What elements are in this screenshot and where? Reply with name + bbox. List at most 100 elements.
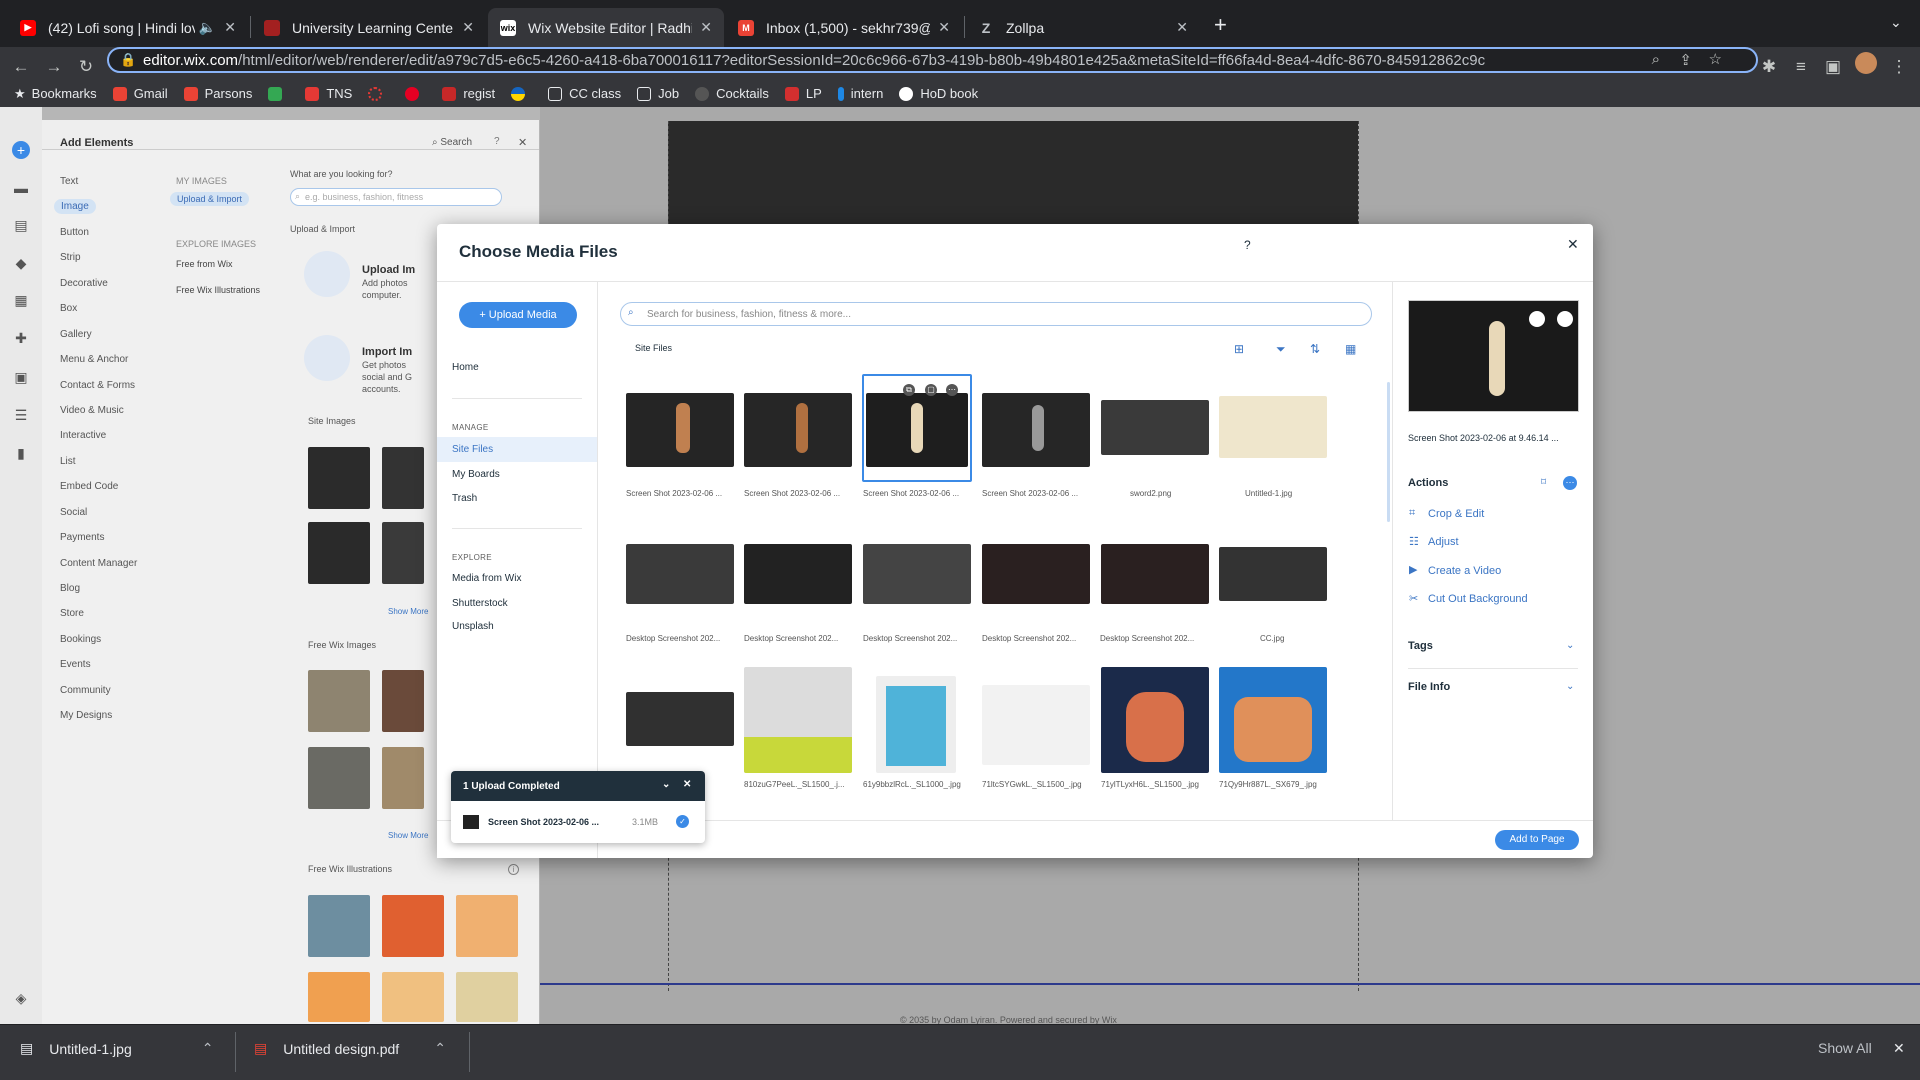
- tab-zollpa[interactable]: Z Zollpa ✕: [966, 8, 1200, 47]
- close-icon[interactable]: ✕: [1893, 1040, 1905, 1057]
- info-icon[interactable]: i: [508, 864, 519, 875]
- category-embed[interactable]: Embed Code: [60, 481, 118, 492]
- close-icon[interactable]: ✕: [518, 136, 527, 149]
- bookmark-gmail[interactable]: Gmail: [112, 86, 168, 101]
- file-thumb[interactable]: [876, 676, 956, 773]
- file-thumb[interactable]: [626, 393, 734, 467]
- upload-image-title[interactable]: Upload Im: [362, 264, 415, 276]
- bookmark-circle[interactable]: [368, 86, 389, 101]
- menu-icon[interactable]: ⋮: [1888, 56, 1910, 78]
- nav-site-files[interactable]: Site Files: [452, 444, 493, 455]
- media-search-input[interactable]: ⌕ Search for business, fashion, fitness …: [620, 302, 1372, 326]
- reading-list-icon[interactable]: ≡: [1790, 56, 1812, 78]
- help-icon[interactable]: ?: [494, 136, 500, 147]
- free-image-thumb[interactable]: [308, 747, 370, 809]
- expand-icon[interactable]: [1557, 311, 1573, 327]
- copy-icon[interactable]: [1529, 311, 1545, 327]
- sort-icon[interactable]: ⇅: [1310, 342, 1320, 356]
- illustration-thumb[interactable]: [382, 895, 444, 957]
- file-info-section[interactable]: File Info: [1408, 681, 1450, 693]
- category-store[interactable]: Store: [60, 608, 84, 619]
- forward-icon[interactable]: →: [43, 56, 65, 78]
- lock-icon[interactable]: 🔒: [120, 52, 136, 68]
- bookmark-bookmarks[interactable]: ★ Bookmarks: [14, 86, 97, 102]
- panel-search[interactable]: ⌕ Search: [432, 137, 472, 148]
- canvas-image[interactable]: [668, 121, 1358, 231]
- file-thumb[interactable]: [1219, 667, 1327, 773]
- site-image-thumb[interactable]: [382, 522, 424, 584]
- create-video-action[interactable]: Create a Video: [1428, 565, 1501, 577]
- bookmark-parsons[interactable]: Parsons: [183, 86, 252, 101]
- chevron-down-icon[interactable]: ⌄: [1566, 640, 1574, 651]
- category-menu[interactable]: Menu & Anchor: [60, 354, 128, 365]
- file-thumb[interactable]: [626, 692, 734, 746]
- category-strip[interactable]: Strip: [60, 252, 81, 263]
- upload-import-link[interactable]: Upload & Import: [170, 192, 250, 206]
- category-gallery[interactable]: Gallery: [60, 329, 92, 340]
- more-icon[interactable]: ⋯: [946, 384, 958, 396]
- bookmark-icon[interactable]: ⌑: [1541, 477, 1546, 488]
- file-thumb[interactable]: [626, 544, 734, 604]
- chevron-up-icon[interactable]: ⌃: [202, 1040, 214, 1057]
- file-thumb[interactable]: [863, 544, 971, 604]
- free-image-thumb[interactable]: [382, 747, 424, 809]
- extensions-icon[interactable]: ✱: [1758, 56, 1780, 78]
- close-tab-icon[interactable]: ✕: [1176, 19, 1188, 36]
- site-image-thumb[interactable]: [382, 447, 424, 509]
- show-all-button[interactable]: Show All: [1818, 1040, 1872, 1056]
- category-decorative[interactable]: Decorative: [60, 278, 108, 289]
- apps-icon[interactable]: ▦: [12, 292, 30, 310]
- more-icon[interactable]: ⋯: [1563, 476, 1577, 490]
- free-illustrations-link[interactable]: Free Wix Illustrations: [176, 285, 260, 295]
- speaker-icon[interactable]: 🔈: [199, 19, 216, 36]
- new-folder-icon[interactable]: ⊞: [1234, 342, 1244, 356]
- nav-shutterstock[interactable]: Shutterstock: [452, 598, 508, 609]
- file-thumb[interactable]: [982, 544, 1090, 604]
- close-icon[interactable]: ✕: [1567, 236, 1579, 253]
- show-more-link[interactable]: Show More: [388, 607, 428, 616]
- copy-icon[interactable]: ⧉: [903, 384, 915, 396]
- file-thumb[interactable]: [1101, 544, 1209, 604]
- nav-unsplash[interactable]: Unsplash: [452, 621, 494, 632]
- back-icon[interactable]: ←: [10, 56, 32, 78]
- tab-gmail[interactable]: M Inbox (1,500) - sekhr739@new ✕: [726, 8, 962, 47]
- illustration-thumb[interactable]: [382, 972, 444, 1022]
- chevron-down-icon[interactable]: ⌄: [1566, 681, 1574, 692]
- cut-out-background-action[interactable]: Cut Out Background: [1428, 593, 1528, 605]
- category-community[interactable]: Community: [60, 685, 111, 696]
- illustration-thumb[interactable]: [456, 972, 518, 1022]
- scrollbar[interactable]: [1387, 382, 1390, 522]
- tags-section[interactable]: Tags: [1408, 640, 1433, 652]
- category-blog[interactable]: Blog: [60, 583, 80, 594]
- category-bookings[interactable]: Bookings: [60, 634, 101, 645]
- file-thumb[interactable]: [1101, 667, 1209, 773]
- media-icon[interactable]: ▣: [12, 369, 30, 387]
- chevron-down-icon[interactable]: ⌄: [1890, 14, 1902, 31]
- chevron-down-icon[interactable]: ⌄: [662, 779, 670, 790]
- bookmark-ua[interactable]: [511, 86, 532, 101]
- bookmark-job[interactable]: Job: [637, 86, 679, 101]
- category-text[interactable]: Text: [60, 176, 78, 187]
- nav-my-boards[interactable]: My Boards: [452, 469, 500, 480]
- image-search-input[interactable]: ⌕ e.g. business, fashion, fitness: [290, 188, 502, 206]
- category-box[interactable]: Box: [60, 303, 77, 314]
- help-icon[interactable]: ?: [1244, 238, 1251, 252]
- address-bar[interactable]: 🔒 editor.wix.com/html/editor/web/rendere…: [107, 47, 1758, 73]
- show-more-link[interactable]: Show More: [388, 831, 428, 840]
- category-events[interactable]: Events: [60, 659, 91, 670]
- upload-media-button[interactable]: + Upload Media: [459, 302, 577, 328]
- nav-media-from-wix[interactable]: Media from Wix: [452, 573, 521, 584]
- bookmark-tns[interactable]: TNS: [305, 86, 352, 101]
- pages-icon[interactable]: ▤: [12, 217, 30, 235]
- close-tab-icon[interactable]: ✕: [462, 19, 474, 36]
- file-thumb[interactable]: [982, 393, 1090, 467]
- category-interactive[interactable]: Interactive: [60, 430, 106, 441]
- bookmark-drive[interactable]: [268, 86, 289, 101]
- category-button[interactable]: Button: [60, 227, 89, 238]
- close-tab-icon[interactable]: ✕: [938, 19, 950, 36]
- share-icon[interactable]: ⇪: [1679, 51, 1692, 69]
- cms-icon[interactable]: ☰: [12, 407, 30, 425]
- close-tab-icon[interactable]: ✕: [224, 19, 236, 36]
- upload-image-icon[interactable]: [304, 251, 350, 297]
- category-payments[interactable]: Payments: [60, 532, 104, 543]
